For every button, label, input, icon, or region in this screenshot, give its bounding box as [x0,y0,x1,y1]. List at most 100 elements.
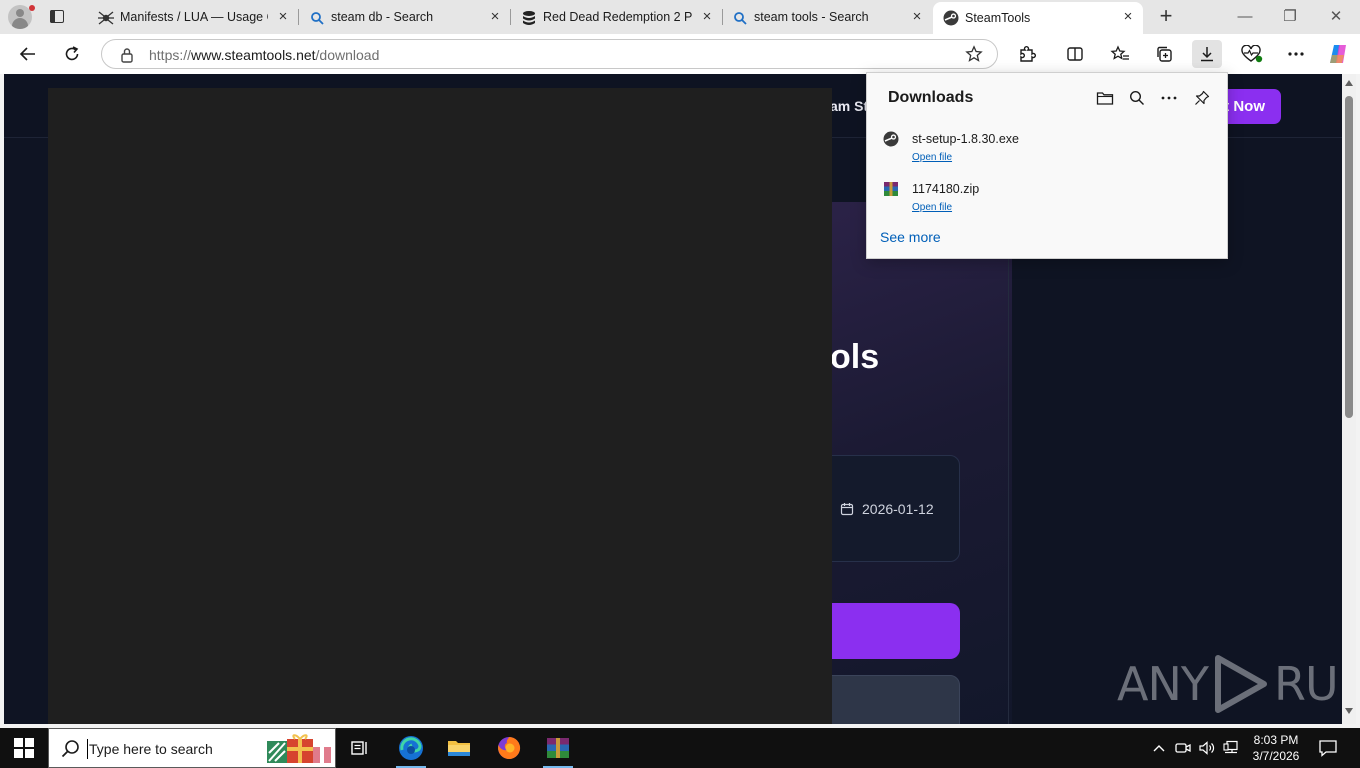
search-icon [732,10,748,26]
copilot-icon [1330,45,1346,63]
scroll-down-arrow-icon[interactable] [1345,708,1353,714]
windows-taskbar: Type here to search 8:03 PM 3/7/2026 [0,728,1360,768]
refresh-button[interactable] [58,40,86,68]
site-info-lock-icon[interactable] [120,47,134,66]
open-downloads-folder-icon[interactable] [1094,87,1116,109]
download-item[interactable]: st-setup-1.8.30.exe Open file [867,127,1227,173]
tab-title: steam db - Search [331,10,434,24]
split-screen-icon [1067,47,1083,61]
address-bar[interactable]: https://www.steamtools.net/download [101,39,998,69]
tab-close-icon[interactable]: × [910,9,924,24]
database-icon [521,10,537,26]
windows-start-icon[interactable] [14,738,34,758]
page-scrollbar[interactable] [1342,74,1356,724]
task-view-button[interactable] [337,728,383,768]
tab-close-icon[interactable]: × [700,9,714,24]
tab-red-dead-redemption[interactable]: Red Dead Redemption 2 Pric × [511,2,722,32]
split-screen-button[interactable] [1060,40,1090,68]
site-nav-link[interactable]: am St [830,98,868,114]
collections-icon [1157,46,1172,62]
tab-actions-menu-icon[interactable] [48,8,66,26]
see-more-link[interactable]: See more [880,229,941,245]
spider-icon [98,10,114,26]
steam-icon [883,131,899,147]
download-file-name: 1174180.zip [912,182,980,196]
anyrun-watermark: ANY RUN [1117,654,1342,714]
back-button[interactable] [14,40,42,68]
search-downloads-icon[interactable] [1126,87,1148,109]
heart-pulse-icon [1241,45,1263,63]
winrar-archive-icon [883,181,899,197]
file-explorer-icon [448,741,470,756]
release-date-text: 2026-01-12 [862,501,934,517]
tab-close-icon[interactable]: × [488,9,502,24]
firefox-icon [498,736,521,759]
tab-title: steam tools - Search [754,10,869,24]
system-clock[interactable]: 8:03 PM 3/7/2026 [1244,732,1308,764]
download-file-name: st-setup-1.8.30.exe [912,132,1020,146]
copilot-button[interactable] [1323,40,1353,68]
open-file-link[interactable]: Open file [912,202,952,213]
meet-now-camera-icon[interactable] [1174,738,1192,758]
search-icon [61,739,81,762]
favorites-button[interactable] [1105,40,1135,68]
restore-button[interactable]: ❐ [1279,6,1301,28]
tab-steamtools[interactable]: SteamTools × [933,2,1143,34]
notification-center-icon[interactable] [1318,738,1338,758]
network-ethernet-icon[interactable] [1222,738,1240,758]
close-window-button[interactable]: ✕ [1325,6,1347,28]
tab-title: SteamTools [965,11,1031,25]
tab-steam-tools-search[interactable]: steam tools - Search × [722,2,932,32]
open-file-link[interactable]: Open file [912,152,952,163]
extensions-button[interactable] [1012,40,1042,68]
calendar-icon [840,503,854,516]
url-path: /download [315,47,380,63]
watermark-any: ANY [1117,657,1209,711]
refresh-icon [65,46,79,61]
url-text[interactable]: https://www.steamtools.net/download [149,47,379,63]
favorites-icon [1110,45,1129,60]
show-hidden-icons-chevron-icon[interactable] [1150,738,1168,758]
settings-more-button[interactable] [1281,40,1311,68]
more-dots-icon [1288,52,1304,56]
puzzle-icon [1020,46,1036,62]
browser-toolbar: https://www.steamtools.net/download [0,34,1360,74]
downloads-button[interactable] [1192,40,1222,68]
tab-steam-db-search[interactable]: steam db - Search × [299,2,510,32]
clock-date: 3/7/2026 [1252,749,1300,763]
gift-boxes-icon[interactable] [265,733,333,765]
search-placeholder: Type here to search [89,741,213,757]
tab-title: Manifests / LUA — Usage Gu [120,10,268,24]
tab-close-icon[interactable]: × [1121,9,1135,24]
minimize-button[interactable]: — [1234,6,1256,28]
more-options-icon[interactable] [1158,87,1180,109]
download-icon [1201,47,1213,62]
tab-title: Red Dead Redemption 2 Pric [543,10,692,24]
url-host: www.steamtools.net [191,47,316,63]
downloads-title: Downloads [888,89,974,106]
task-view-icon [351,741,367,755]
collections-button[interactable] [1149,40,1179,68]
firefox-taskbar-button[interactable] [486,728,532,768]
edge-icon [399,736,423,760]
winrar-icon [547,738,569,758]
pin-icon[interactable] [1191,87,1213,109]
volume-speaker-icon[interactable] [1198,738,1216,758]
url-scheme: https:// [149,47,192,63]
browser-essentials-button[interactable] [1237,40,1267,68]
hero-title: ols [830,338,880,376]
watermark-run: RUN [1273,657,1342,711]
profile-notification-dot [29,5,35,11]
winrar-taskbar-button[interactable] [535,728,581,768]
favorite-star-icon[interactable] [965,45,983,66]
new-tab-button[interactable]: + [1155,5,1177,28]
tab-manifests[interactable]: Manifests / LUA — Usage Gu × [88,2,298,32]
edge-taskbar-button[interactable] [388,728,434,768]
file-explorer-taskbar-button[interactable] [436,728,482,768]
download-item[interactable]: 1174180.zip Open file [867,177,1227,223]
scrollbar-thumb[interactable] [1345,96,1353,418]
scroll-up-arrow-icon[interactable] [1345,80,1353,86]
taskbar-search-box[interactable]: Type here to search [48,728,336,768]
tab-close-icon[interactable]: × [276,9,290,24]
back-arrow-icon [19,47,35,61]
